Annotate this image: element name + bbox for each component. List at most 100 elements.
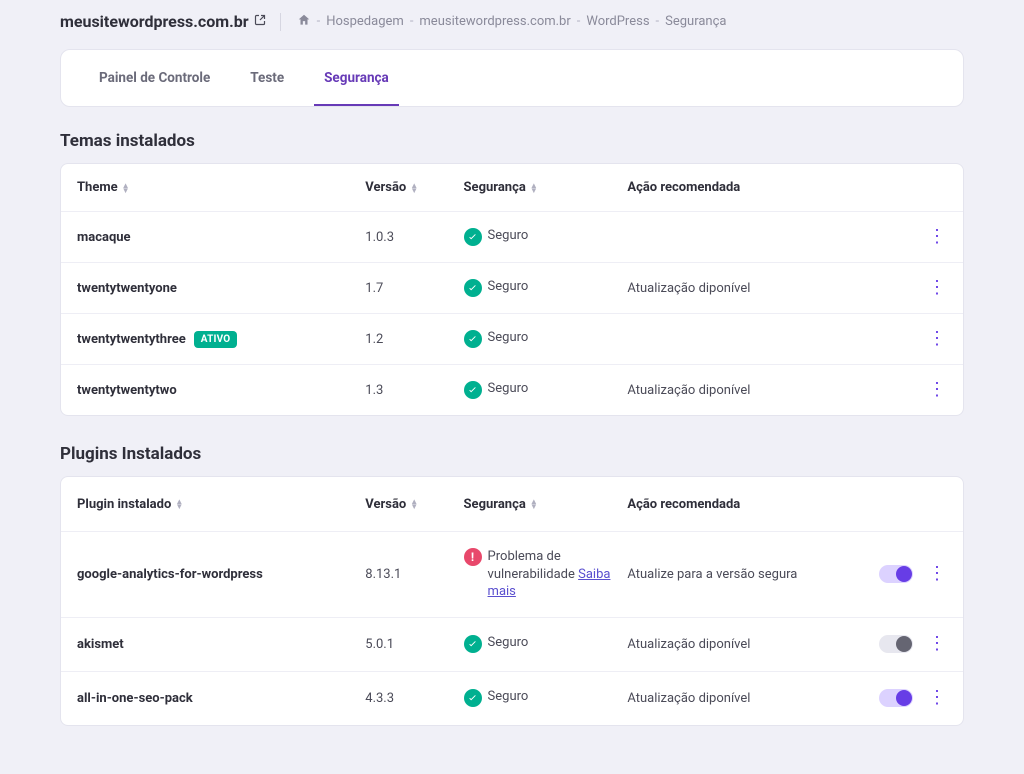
table-row: twentytwentythree ATIVO 1.2 Seguro ⋮ — [61, 313, 963, 364]
breadcrumb-sep: - — [410, 14, 414, 29]
plugins-title: Plugins Instalados — [60, 444, 964, 464]
check-circle-icon — [464, 635, 482, 653]
col-security[interactable]: Segurança ▲▼ — [464, 497, 628, 512]
check-circle-icon — [464, 228, 482, 246]
plugin-version: 4.3.3 — [365, 691, 463, 706]
plugin-name: all-in-one-seo-pack — [77, 691, 365, 706]
plugin-name-text: google-analytics-for-wordpress — [77, 567, 263, 582]
more-icon[interactable]: ⋮ — [927, 381, 947, 399]
plugin-name-text: akismet — [77, 637, 124, 652]
plugin-toggle[interactable] — [879, 565, 913, 583]
col-plugin-label: Plugin instalado — [77, 497, 171, 512]
more-icon[interactable]: ⋮ — [927, 565, 947, 583]
breadcrumb-security: Segurança — [665, 14, 726, 29]
themes-table: Theme ▲▼ Versão ▲▼ Segurança ▲▼ Ação rec… — [60, 163, 964, 416]
col-action: Ação recomendada — [627, 497, 837, 512]
theme-version: 1.2 — [365, 332, 463, 347]
breadcrumb-sep: - — [317, 14, 321, 29]
tabs: Painel de Controle Teste Segurança — [60, 49, 964, 107]
breadcrumb-sep: - — [577, 14, 581, 29]
theme-name-text: macaque — [77, 230, 131, 245]
plugin-version: 5.0.1 — [365, 637, 463, 652]
plugin-security-msg: Problema de vulnerabilidade — [488, 549, 575, 582]
plugin-name: google-analytics-for-wordpress — [77, 567, 365, 582]
tab-dashboard[interactable]: Painel de Controle — [79, 50, 230, 106]
col-security-label: Segurança — [464, 180, 526, 195]
theme-version: 1.7 — [365, 281, 463, 296]
sort-icon: ▲▼ — [175, 499, 183, 509]
theme-security-text: Seguro — [488, 279, 529, 294]
check-circle-icon — [464, 279, 482, 297]
theme-name-text: twentytwentytwo — [77, 383, 177, 398]
theme-name: twentytwentytwo — [77, 383, 365, 398]
breadcrumb-hosting[interactable]: Hospedagem — [326, 14, 404, 29]
plugin-toggle[interactable] — [879, 635, 913, 653]
theme-action: Atualização diponível — [627, 281, 837, 296]
plugin-name: akismet — [77, 637, 365, 652]
col-version-label: Versão — [365, 180, 406, 195]
sort-icon: ▲▼ — [410, 183, 418, 193]
theme-name: twentytwentyone — [77, 281, 365, 296]
check-circle-icon — [464, 381, 482, 399]
table-row: twentytwentyone 1.7 Seguro Atualização d… — [61, 262, 963, 313]
plugin-action: Atualize para a versão segura — [627, 567, 837, 582]
theme-version: 1.0.3 — [365, 230, 463, 245]
theme-security: Seguro — [464, 279, 628, 297]
theme-name-text: twentytwentythree — [77, 332, 186, 347]
col-action-label: Ação recomendada — [627, 497, 740, 512]
plugin-action: Atualização diponível — [627, 637, 837, 652]
plugin-security-text: Seguro — [488, 689, 529, 704]
site-title-text: meusitewordpress.com.br — [60, 12, 249, 31]
theme-security: Seguro — [464, 381, 628, 399]
sort-icon: ▲▼ — [410, 499, 418, 509]
sort-icon: ▲▼ — [122, 183, 130, 193]
external-link-icon — [254, 14, 266, 29]
table-row: akismet 5.0.1 Seguro Atualização diponív… — [61, 617, 963, 671]
theme-name-text: twentytwentyone — [77, 281, 177, 296]
plugin-toggle[interactable] — [879, 689, 913, 707]
plugin-action: Atualização diponível — [627, 691, 837, 706]
breadcrumb: - Hospedagem - meusitewordpress.com.br -… — [280, 13, 727, 31]
sort-icon: ▲▼ — [530, 499, 538, 509]
col-action: Ação recomendada — [627, 180, 837, 195]
check-circle-icon — [464, 330, 482, 348]
theme-name: twentytwentythree ATIVO — [77, 331, 365, 348]
plugin-security-text: Seguro — [488, 635, 529, 650]
plugins-header-row: Plugin instalado ▲▼ Versão ▲▼ Segurança … — [61, 477, 963, 531]
col-version[interactable]: Versão ▲▼ — [365, 497, 463, 512]
breadcrumb-wp[interactable]: WordPress — [586, 14, 649, 29]
col-plugin[interactable]: Plugin instalado ▲▼ — [77, 497, 365, 512]
col-version[interactable]: Versão ▲▼ — [365, 180, 463, 195]
table-row: twentytwentytwo 1.3 Seguro Atualização d… — [61, 364, 963, 415]
table-row: all-in-one-seo-pack 4.3.3 Seguro Atualiz… — [61, 671, 963, 725]
table-row: macaque 1.0.3 Seguro ⋮ — [61, 211, 963, 262]
themes-title: Temas instalados — [60, 131, 964, 151]
table-row: google-analytics-for-wordpress 8.13.1 ! … — [61, 531, 963, 617]
theme-security: Seguro — [464, 330, 628, 348]
theme-action: Atualização diponível — [627, 383, 837, 398]
plugin-version: 8.13.1 — [365, 567, 463, 582]
home-icon[interactable] — [297, 13, 311, 31]
col-security-label: Segurança — [464, 497, 526, 512]
site-title[interactable]: meusitewordpress.com.br — [60, 12, 266, 31]
theme-security-text: Seguro — [488, 381, 529, 396]
themes-header-row: Theme ▲▼ Versão ▲▼ Segurança ▲▼ Ação rec… — [61, 164, 963, 211]
more-icon[interactable]: ⋮ — [927, 228, 947, 246]
theme-version: 1.3 — [365, 383, 463, 398]
breadcrumb-site[interactable]: meusitewordpress.com.br — [419, 14, 570, 29]
more-icon[interactable]: ⋮ — [927, 635, 947, 653]
more-icon[interactable]: ⋮ — [927, 330, 947, 348]
col-version-label: Versão — [365, 497, 406, 512]
tab-test[interactable]: Teste — [230, 50, 304, 106]
theme-security-text: Seguro — [488, 228, 529, 243]
more-icon[interactable]: ⋮ — [927, 279, 947, 297]
col-security[interactable]: Segurança ▲▼ — [464, 180, 628, 195]
tab-security[interactable]: Segurança — [304, 50, 409, 106]
breadcrumb-sep: - — [656, 14, 660, 29]
more-icon[interactable]: ⋮ — [927, 689, 947, 707]
col-theme-label: Theme — [77, 180, 118, 195]
theme-security-text: Seguro — [488, 330, 529, 345]
sort-icon: ▲▼ — [530, 183, 538, 193]
check-circle-icon — [464, 689, 482, 707]
col-theme[interactable]: Theme ▲▼ — [77, 180, 365, 195]
